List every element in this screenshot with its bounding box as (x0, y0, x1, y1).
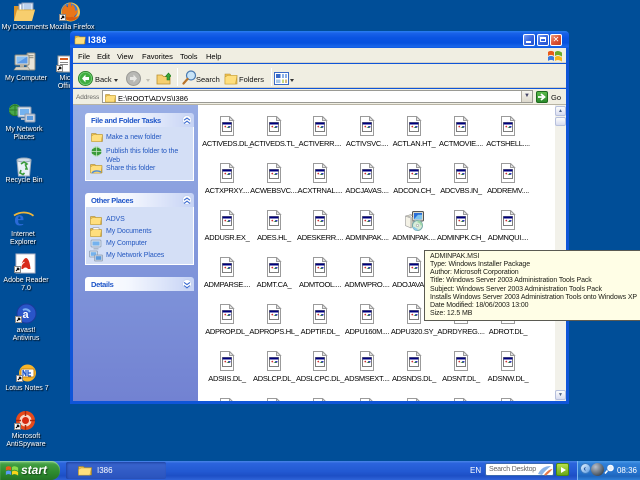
svg-text:a: a (23, 309, 30, 321)
svg-text:e: e (14, 207, 24, 230)
